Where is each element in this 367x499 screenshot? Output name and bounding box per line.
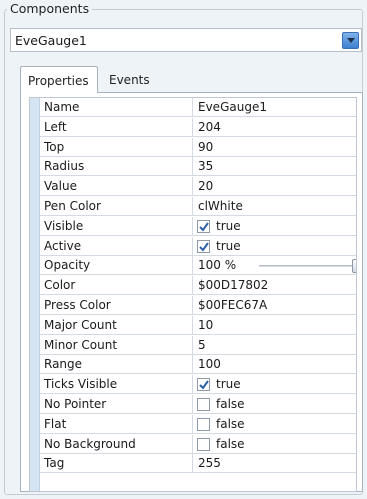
column-divider	[192, 395, 193, 413]
property-value[interactable]: 100 %	[198, 258, 236, 272]
column-divider	[192, 315, 193, 334]
property-name: Radius	[44, 159, 85, 174]
property-value[interactable]: 20	[198, 179, 213, 193]
column-divider	[192, 216, 193, 235]
property-name: Active	[44, 238, 82, 253]
components-group-title: Components	[7, 2, 93, 16]
property-name: Color	[44, 278, 76, 293]
property-name: Tag	[44, 456, 65, 471]
property-value[interactable]: EveGauge1	[198, 100, 267, 114]
column-divider	[192, 98, 193, 116]
tab-events[interactable]: Events	[102, 66, 157, 92]
property-name: Major Count	[44, 317, 117, 332]
column-divider	[192, 177, 193, 196]
property-value[interactable]: 5	[198, 338, 206, 352]
property-value[interactable]: clWhite	[198, 199, 243, 213]
column-divider	[192, 355, 193, 374]
property-value: true	[216, 377, 241, 392]
property-name: No Background	[44, 436, 136, 451]
checkmark-icon	[199, 222, 209, 232]
property-row[interactable]: Minor Count 5	[40, 335, 356, 355]
property-grid[interactable]: Name EveGauge1 Left 204 Top 90 Radius 35 Value 20…	[29, 97, 357, 492]
property-value[interactable]: 100	[198, 357, 221, 371]
property-value[interactable]: 90	[198, 140, 213, 154]
property-name: Left	[44, 119, 67, 134]
property-row[interactable]: Ticks Visible true	[40, 375, 356, 395]
property-name: Ticks Visible	[44, 377, 118, 392]
property-row[interactable]: Visible true	[40, 216, 356, 236]
component-selector[interactable]: EveGauge1	[10, 28, 362, 52]
opacity-slider-track[interactable]	[259, 265, 356, 268]
column-divider	[192, 434, 193, 453]
component-selector-value: EveGauge1	[15, 33, 87, 48]
property-row[interactable]: No Pointer false	[40, 395, 356, 414]
property-checkbox[interactable]	[197, 437, 210, 451]
checkmark-icon	[199, 380, 209, 390]
property-value: false	[216, 436, 245, 451]
property-value[interactable]: 10	[198, 318, 213, 332]
property-value[interactable]: $00FEC67A	[198, 298, 267, 312]
column-divider	[192, 276, 193, 295]
property-value: false	[216, 397, 245, 411]
property-row[interactable]: Left 204	[40, 117, 356, 137]
property-name: Name	[44, 100, 80, 114]
column-divider	[192, 296, 193, 314]
opacity-slider-thumb[interactable]	[352, 259, 356, 274]
property-name: Minor Count	[44, 337, 118, 352]
property-row[interactable]: Top 90	[40, 137, 356, 157]
chevron-down-icon	[347, 38, 355, 43]
dropdown-button[interactable]	[342, 32, 359, 49]
property-row[interactable]: Pen Color clWhite	[40, 197, 356, 216]
property-row[interactable]: Value 20	[40, 177, 356, 197]
property-name: Range	[44, 357, 83, 372]
property-row[interactable]: Opacity 100 %	[40, 256, 356, 276]
property-checkbox[interactable]	[197, 219, 210, 233]
property-value[interactable]: $00D17802	[198, 278, 268, 292]
column-divider	[192, 197, 193, 215]
column-divider	[192, 157, 193, 176]
property-checkbox[interactable]	[197, 417, 210, 431]
property-name: Pen Color	[44, 199, 101, 213]
property-checkbox[interactable]	[197, 239, 210, 253]
property-value: false	[216, 416, 245, 431]
property-name: Top	[44, 139, 65, 154]
property-value[interactable]: 255	[198, 456, 221, 470]
property-row[interactable]: Color $00D17802	[40, 276, 356, 296]
column-divider	[192, 256, 193, 275]
property-name: Value	[44, 179, 77, 194]
tab-properties[interactable]: Properties	[20, 66, 98, 93]
column-divider	[192, 117, 193, 136]
column-divider	[192, 137, 193, 156]
property-row[interactable]: No Background false	[40, 434, 356, 454]
property-row[interactable]: Range 100	[40, 355, 356, 375]
property-grid-gutter	[30, 98, 40, 491]
column-divider	[192, 335, 193, 354]
column-divider	[192, 454, 193, 473]
column-divider	[192, 375, 193, 394]
checkmark-icon	[199, 242, 209, 252]
property-row[interactable]: Major Count 10	[40, 315, 356, 335]
column-divider	[192, 236, 193, 255]
properties-panel: Name EveGauge1 Left 204 Top 90 Radius 35 Value 20…	[20, 92, 363, 492]
property-value: true	[216, 238, 241, 253]
property-checkbox[interactable]	[197, 378, 210, 392]
property-name: Opacity	[44, 258, 91, 273]
property-name: Flat	[44, 416, 67, 431]
property-value[interactable]: 35	[198, 159, 213, 173]
property-row[interactable]: Name EveGauge1	[40, 98, 356, 117]
property-checkbox[interactable]	[197, 398, 210, 411]
property-name: No Pointer	[44, 397, 107, 411]
property-value: true	[216, 218, 241, 233]
property-row[interactable]: Tag 255	[40, 454, 356, 474]
property-row[interactable]: Press Color $00FEC67A	[40, 296, 356, 315]
property-row[interactable]: Active true	[40, 236, 356, 256]
property-name: Press Color	[44, 298, 111, 312]
column-divider	[192, 414, 193, 433]
property-row[interactable]: Flat false	[40, 414, 356, 434]
property-row[interactable]: Radius 35	[40, 157, 356, 177]
property-name: Visible	[44, 218, 84, 233]
property-value[interactable]: 204	[198, 120, 221, 134]
